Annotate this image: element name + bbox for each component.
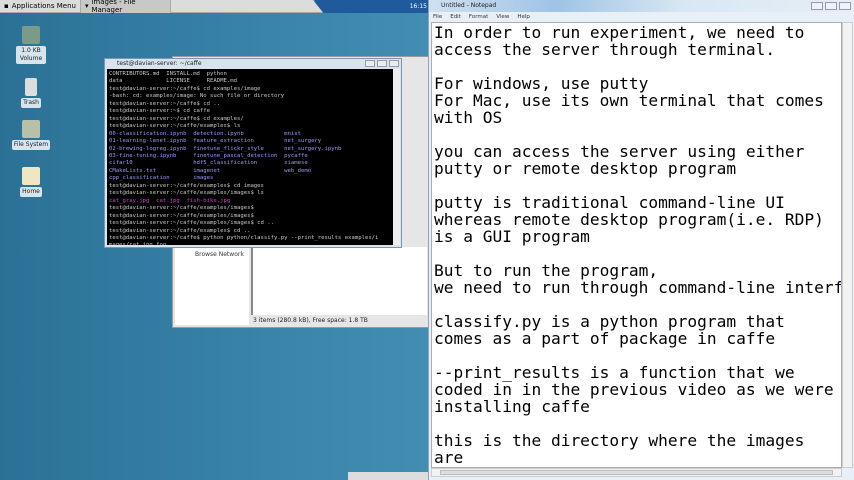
trash-icon — [25, 78, 37, 96]
desktop-icon-trash[interactable]: Trash — [6, 78, 56, 108]
terminal-line: test@davian-server:~/caffe/examples$ ls — [109, 123, 241, 130]
drive-icon — [22, 26, 40, 44]
minimize-button[interactable] — [811, 2, 823, 10]
terminal-line: 03-fine-tuning.ipynb finetune_pascal_det… — [109, 152, 308, 159]
terminal-line: test@davian-server:~/caffe$ cd .. — [109, 100, 221, 107]
text-editor[interactable]: In order to run experiment, we need to a… — [431, 22, 842, 468]
notepad-window: Untitled - Notepad File Edit Format View… — [428, 0, 854, 480]
terminal-line: 02-brewing-logreg.ipynb finetune_flickr_… — [109, 145, 342, 152]
terminal-line: test@davian-server:~$ cd caffe — [109, 108, 211, 115]
notepad-title-bar[interactable]: Untitled - Notepad — [429, 0, 854, 12]
terminal-title-bar[interactable]: test@davian-server: ~/caffe — [105, 59, 401, 69]
desktop-icon-home[interactable]: Home — [6, 167, 56, 197]
menu-help[interactable]: Help — [517, 12, 530, 22]
home-folder-icon — [22, 167, 40, 185]
terminal-line: mages/cat.jpg foo — [109, 242, 391, 245]
terminal-line: 00-classification.ipynb detection.ipynb … — [109, 130, 301, 137]
menu-file[interactable]: File — [433, 12, 442, 22]
folder-icon: ▾ — [84, 2, 89, 10]
menu-bar: File Edit Format View Help — [429, 12, 854, 22]
terminal-output[interactable]: CONTRIBUTORS.md INSTALL.md python data LI… — [107, 69, 393, 245]
maximize-button[interactable] — [825, 2, 837, 10]
terminal-line: test@davian-server:~/caffe/examples$ cd … — [109, 227, 251, 234]
sidebar-item-browse-network[interactable]: Browse Network — [195, 251, 244, 258]
terminal-line: test@davian-server:~/caffe/examples$ cd … — [109, 182, 264, 189]
terminal-line: test@davian-server:~/caffe/examples/imag… — [109, 205, 254, 212]
terminal-line: data LICENSE README.md — [109, 78, 237, 85]
desktop-icon-volume[interactable]: 1.0 KB Volume — [6, 26, 56, 64]
terminal-line: CMakeLists.txt imagenet web_demo — [109, 167, 312, 174]
terminal-line: 01-learning-lenet.ipynb feature_extracti… — [109, 138, 322, 145]
terminal-line: CONTRIBUTORS.md INSTALL.md python — [109, 71, 227, 77]
file-list[interactable] — [251, 247, 427, 315]
terminal-line: test@davian-server:~/caffe$ python pytho… — [109, 234, 379, 241]
sidebar: Browse Network — [175, 247, 249, 325]
menu-view[interactable]: View — [496, 12, 509, 22]
terminal-line: test@davian-server:~/caffe/examples/imag… — [109, 220, 275, 227]
taskbar-item-file-manager[interactable]: ▾ images - File Manager — [80, 0, 171, 14]
terminal-line: test@davian-server:~/caffe$ cd examples/ — [109, 115, 244, 122]
menu-format[interactable]: Format — [469, 12, 488, 22]
status-bar: 3 items (280.8 kB), Free space: 1.8 TB — [253, 317, 368, 324]
taskbar: ▪ Applications Menu ▾ images - File Manage… — [0, 0, 430, 14]
minimize-button[interactable] — [365, 60, 375, 67]
applications-menu-button[interactable]: ▪ Applications Menu — [0, 0, 81, 13]
close-button[interactable] — [839, 2, 851, 10]
terminal-line: -bash: cd: examples/image: No such file … — [109, 93, 285, 100]
maximize-button[interactable] — [377, 60, 387, 67]
terminal-line: cifar10 hdf5_classification siamese — [109, 160, 308, 167]
clock: 16:15 — [313, 0, 430, 13]
horizontal-scrollbar[interactable] — [431, 468, 842, 477]
desktop-icon-file-system[interactable]: File System — [6, 120, 56, 150]
terminal-line: test@davian-server:~/caffe/examples/imag… — [109, 190, 264, 197]
terminal-line: cat_gray.jpg cat.jpg fish-bike.jpg — [109, 197, 231, 204]
terminal-line: test@davian-server:~/caffe/examples/imag… — [109, 212, 254, 219]
menu-icon: ▪ — [4, 2, 9, 10]
vertical-scrollbar[interactable] — [842, 22, 853, 468]
menu-edit[interactable]: Edit — [450, 12, 461, 22]
terminal-line: test@davian-server:~/caffe$ cd examples/… — [109, 85, 261, 92]
terminal-line: cpp_classification images — [109, 175, 214, 182]
hard-disk-icon — [22, 120, 40, 138]
terminal-scrollbar[interactable] — [393, 69, 400, 245]
bottom-panel — [348, 472, 428, 480]
close-button[interactable] — [389, 60, 399, 67]
terminal-window: test@davian-server: ~/caffe CONTRIBUTORS… — [104, 58, 402, 248]
